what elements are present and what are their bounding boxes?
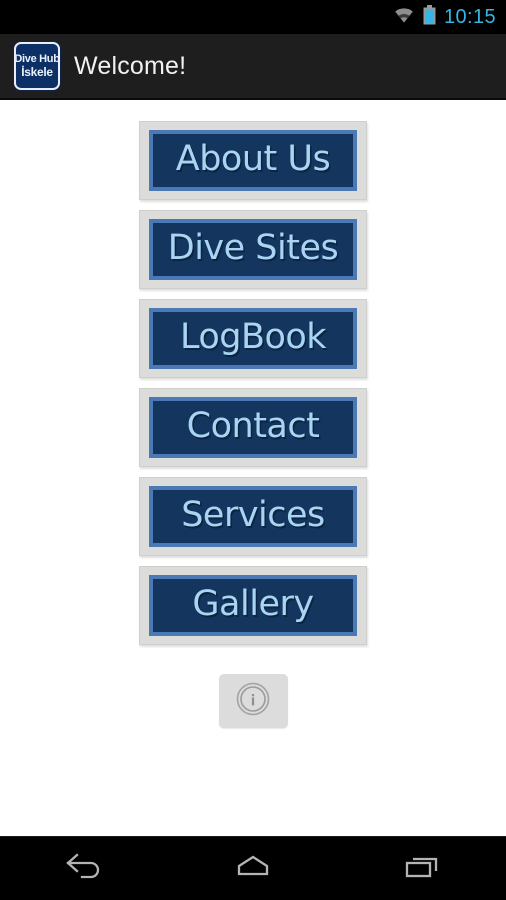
menu-button-inner: LogBook: [153, 312, 353, 365]
nav-home-button[interactable]: [198, 837, 308, 900]
main-content: About Us Dive Sites LogBook Contact Serv…: [0, 102, 506, 836]
menu-button-label: Services: [181, 494, 325, 535]
menu-button-label: About Us: [175, 138, 331, 179]
info-circle-icon: [235, 681, 271, 722]
menu-button-inner: About Us: [153, 134, 353, 187]
menu-button-frame: Gallery: [149, 575, 357, 636]
wifi-icon: [393, 6, 415, 28]
nav-back-icon: [61, 852, 107, 885]
nav-recents-icon: [399, 852, 445, 885]
menu-button-inner: Services: [153, 490, 353, 543]
app-icon-line-2: İskele: [21, 65, 53, 79]
android-screen: 10:15 Dive Hub İskele Welcome! About Us: [0, 0, 506, 900]
menu-button-label: Gallery: [192, 583, 314, 624]
menu-button-inner: Contact: [153, 401, 353, 454]
android-nav-bar: [0, 836, 506, 900]
menu-button-inner: Dive Sites: [153, 223, 353, 276]
menu-button-inner: Gallery: [153, 579, 353, 632]
status-bar-icons: 10:15: [393, 4, 496, 30]
dive-hub-iskele-app-icon[interactable]: Dive Hub İskele: [14, 42, 60, 90]
menu-button-logbook[interactable]: LogBook: [139, 299, 367, 378]
status-bar-clock: 10:15: [443, 5, 496, 28]
action-bar: Dive Hub İskele Welcome!: [0, 34, 506, 100]
menu-button-frame: LogBook: [149, 308, 357, 369]
menu-button-dive-sites[interactable]: Dive Sites: [139, 210, 367, 289]
menu-button-services[interactable]: Services: [139, 477, 367, 556]
menu-button-frame: Services: [149, 486, 357, 547]
menu-button-frame: Dive Sites: [149, 219, 357, 280]
menu-button-frame: Contact: [149, 397, 357, 458]
menu-button-about-us[interactable]: About Us: [139, 121, 367, 200]
menu-button-contact[interactable]: Contact: [139, 388, 367, 467]
nav-home-icon: [230, 852, 276, 885]
battery-icon: [423, 4, 436, 30]
status-bar: 10:15: [0, 0, 506, 34]
menu-button-gallery[interactable]: Gallery: [139, 566, 367, 645]
menu-button-label: Contact: [186, 405, 320, 446]
page-title: Welcome!: [74, 51, 187, 80]
menu-button-label: Dive Sites: [167, 227, 339, 268]
info-button-container: [0, 674, 506, 728]
menu-button-frame: About Us: [149, 130, 357, 191]
nav-recents-button[interactable]: [367, 837, 477, 900]
menu-button-label: LogBook: [179, 316, 327, 357]
info-button[interactable]: [218, 674, 288, 728]
main-menu: About Us Dive Sites LogBook Contact Serv…: [139, 121, 367, 645]
nav-back-button[interactable]: [29, 837, 139, 900]
